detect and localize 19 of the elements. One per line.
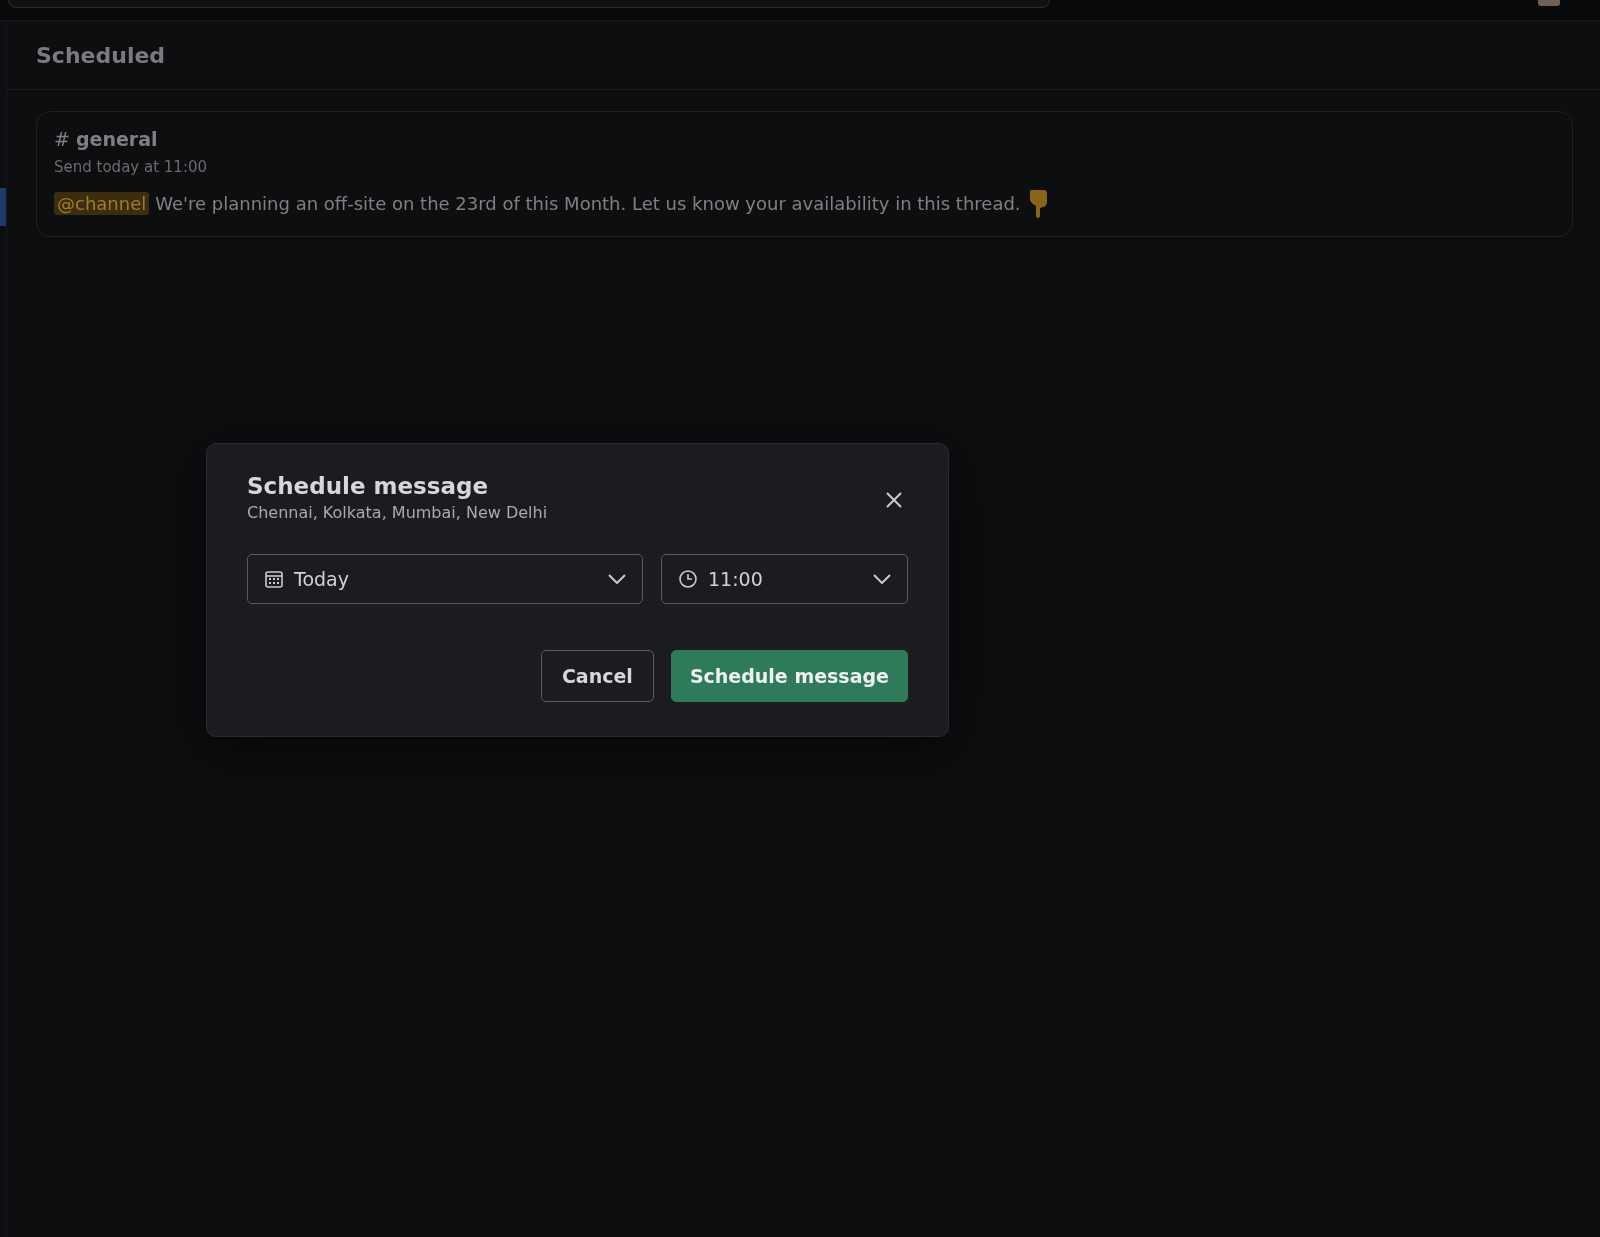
send-time: Send today at 11:00: [54, 158, 209, 176]
close-icon[interactable]: [885, 491, 903, 509]
sidebar-indicator: [0, 188, 6, 226]
channel-icon: #: [54, 128, 70, 150]
clock-icon: [678, 569, 698, 589]
schedule-button[interactable]: Schedule message: [670, 650, 908, 702]
chevron-down-icon: [608, 574, 626, 584]
timezone-label: Chennai, Kolkata, Mumbai, New Delhi: [247, 503, 548, 522]
scheduled-message-card[interactable]: # general Send today at 11:00 @channel We're planning an off-site on the 23rd of this Month. Let us know your availability in this thread.: [36, 111, 1573, 237]
channel-name: general: [75, 128, 158, 150]
page-title: Scheduled: [36, 42, 166, 68]
calendar-icon: [264, 569, 284, 589]
time-dropdown[interactable]: 11:00: [661, 554, 908, 604]
date-dropdown[interactable]: Today: [247, 554, 643, 604]
cancel-button[interactable]: Cancel: [540, 650, 654, 702]
message-text: We're planning an off-site on the 23rd of this Month. Let us know your availability in this thread.: [155, 192, 1021, 214]
chevron-down-icon: [873, 574, 891, 584]
mention[interactable]: @channel: [54, 191, 150, 215]
dialog-title: Schedule message: [247, 473, 490, 499]
